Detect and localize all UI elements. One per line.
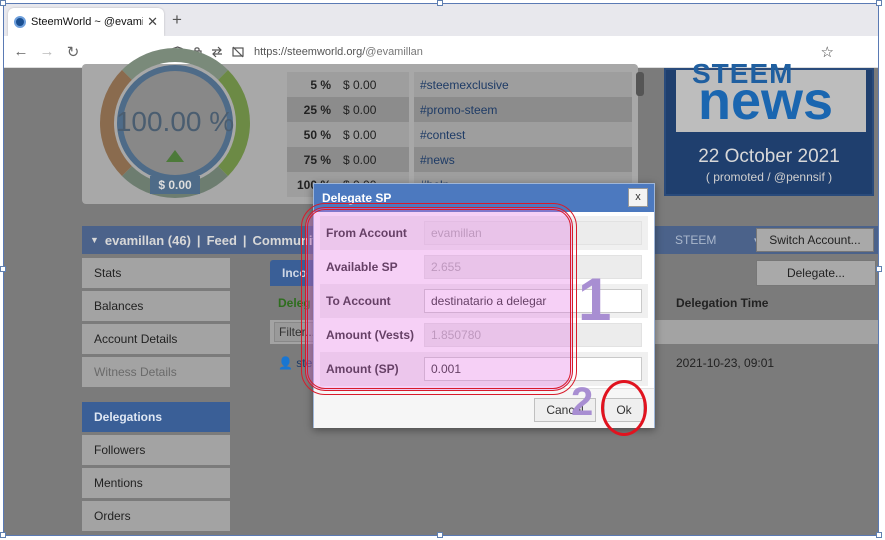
account-name[interactable]: evamillan (46) (105, 233, 191, 248)
nav-separator: | (196, 232, 201, 248)
vote-value: $ 0.00 (343, 127, 377, 142)
tag-list: #steemexclusive #promo-steem #contest #news… (414, 72, 644, 197)
sidebar-item-orders[interactable]: Orders (82, 501, 230, 531)
sidebar-item-account-details[interactable]: Account Details (82, 324, 230, 354)
ok-circle-annotation (601, 380, 647, 436)
dialog-close-button[interactable]: x (628, 188, 648, 207)
resize-handle[interactable] (437, 532, 443, 538)
form-highlight-annotation (301, 203, 577, 395)
tag-link[interactable]: #promo-steem (414, 97, 632, 122)
news-promo: ( promoted / @pennsif ) (705, 170, 833, 184)
vote-percent: 25 % (303, 102, 331, 117)
url-host: https://steemworld.org/ (254, 45, 366, 58)
nav-separator: | (242, 232, 247, 248)
vote-value-row: 25 % $ 0.00 (287, 97, 409, 122)
currency-label: STEEM (675, 233, 717, 247)
step-1-annotation: 1 (578, 266, 612, 333)
resize-handle[interactable] (437, 0, 443, 6)
url-path: @evamillan (365, 45, 423, 58)
resize-handle[interactable] (0, 0, 6, 6)
vote-value-row: 5 % $ 0.00 (287, 72, 409, 97)
news-title: news (698, 71, 834, 131)
reload-icon[interactable]: ↻ (60, 43, 86, 61)
vote-percent: 50 % (303, 127, 331, 142)
currency-select[interactable]: STEEM ▼ (667, 226, 760, 254)
resize-handle[interactable] (876, 532, 882, 538)
vote-percent: 5 % (310, 77, 331, 92)
vote-value-row: 50 % $ 0.00 (287, 122, 409, 147)
user-icon: 👤 (278, 356, 297, 370)
vote-value: $ 0.00 (343, 102, 377, 117)
vote-value-table: 5 % $ 0.00 25 % $ 0.00 50 % $ 0.00 75 % $ 0.00 1… (287, 72, 409, 197)
tab-close-icon[interactable]: ✕ (147, 14, 158, 30)
steem-news-banner[interactable]: STEEM news 22 October 2021 ( promoted / … (664, 58, 874, 196)
bookmark-star-icon[interactable]: ☆ (821, 43, 834, 61)
sidebar-item-mentions[interactable]: Mentions (82, 468, 230, 498)
resize-handle[interactable] (0, 532, 6, 538)
tab-title: SteemWorld ~ @evamillan (31, 16, 143, 28)
vote-value: $ 0.00 (343, 152, 377, 167)
gauge-percent: 100.00 % (115, 106, 235, 137)
sidebar-item-delegations[interactable]: Delegations (82, 402, 230, 432)
forward-arrow-icon[interactable]: → (34, 43, 60, 60)
vote-value: $ 0.00 (343, 77, 377, 92)
delegation-time-column-header[interactable]: Delegation Time (676, 296, 768, 310)
nav-feed[interactable]: Feed (207, 233, 237, 248)
tag-link[interactable]: #steemexclusive (414, 72, 632, 97)
browser-tab[interactable]: SteemWorld ~ @evamillan ✕ (8, 8, 164, 36)
new-tab-icon[interactable]: + (172, 10, 182, 30)
resize-handle[interactable] (0, 266, 6, 272)
tab-bar: SteemWorld ~ @evamillan ✕ + (4, 4, 878, 36)
account-dropdown-arrow-icon[interactable]: ▼ (90, 235, 99, 245)
steemworld-favicon-icon (14, 16, 26, 28)
sidebar-item-witness-details[interactable]: Witness Details (82, 357, 230, 387)
sidebar-item-stats[interactable]: Stats (82, 258, 230, 288)
sidebar-item-balances[interactable]: Balances (82, 291, 230, 321)
resize-handle[interactable] (876, 0, 882, 6)
step-2-annotation: 2 (571, 380, 594, 424)
gauge-value: $ 0.00 (150, 176, 200, 194)
switch-account-button[interactable]: Switch Account... (756, 228, 874, 252)
back-arrow-icon[interactable]: ← (8, 43, 34, 60)
vote-power-gauge: 100.00 % $ 0.00 (100, 48, 250, 218)
up-triangle-icon[interactable] (166, 150, 184, 162)
tag-link[interactable]: #news (414, 147, 632, 172)
address-bar[interactable]: https://steemworld.org/@evamillan (254, 46, 423, 58)
delegate-button[interactable]: Delegate... (756, 260, 876, 286)
vote-percent: 75 % (303, 152, 331, 167)
vote-value-row: 75 % $ 0.00 (287, 147, 409, 172)
resize-handle[interactable] (876, 266, 882, 272)
sidebar-item-followers[interactable]: Followers (82, 435, 230, 465)
news-date: 22 October 2021 (698, 146, 840, 167)
tag-scrollbar[interactable] (636, 72, 644, 96)
delegation-row-time: 2021-10-23, 09:01 (676, 356, 775, 370)
tag-link[interactable]: #contest (414, 122, 632, 147)
news-header: STEEM news (676, 58, 866, 132)
